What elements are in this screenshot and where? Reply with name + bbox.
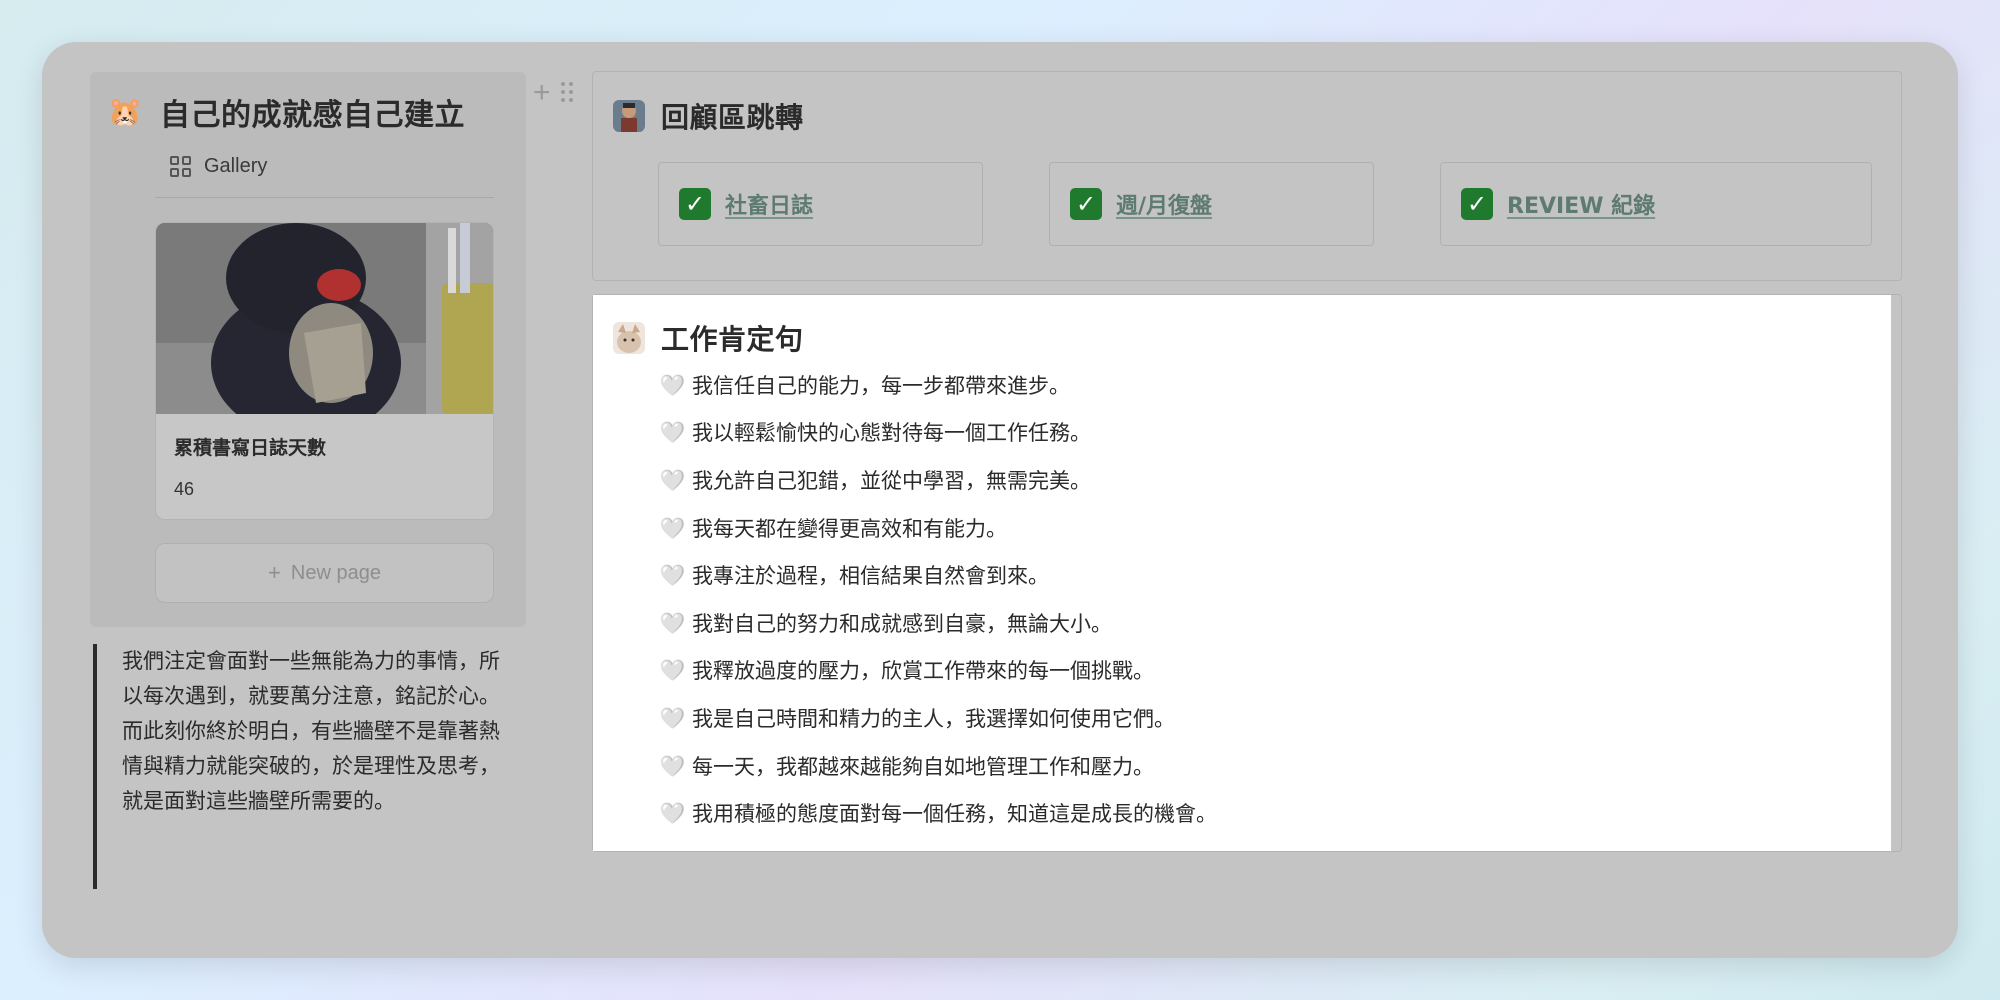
heart-icon: 🤍 (660, 372, 685, 397)
affirmation-text: 我每天都在變得更高效和有能力。 (692, 516, 1007, 541)
check-icon: ✓ (679, 188, 711, 220)
affirmation-text: 我以輕鬆愉快的心態對待每一個工作任務。 (692, 421, 1091, 446)
avatar-icon (613, 100, 645, 132)
heart-icon: 🤍 (660, 467, 685, 492)
list-item: 🤍 我釋放過度的壓力，欣賞工作帶來的每一個挑戰。 (660, 647, 1217, 695)
check-icon: ✓ (1070, 188, 1102, 220)
check-icon: ✓ (1461, 188, 1493, 220)
gallery-card[interactable]: 累積書寫日誌天數 46 (155, 222, 494, 520)
add-block-icon[interactable]: + (533, 78, 551, 108)
page-title: 自己的成就感自己建立 (160, 98, 465, 133)
review-link[interactable]: REVIEW 紀錄 (1507, 188, 1655, 220)
affirmation-text: 我專注於過程，相信結果自然會到來。 (692, 564, 1049, 589)
heart-icon: 🤍 (660, 801, 685, 826)
plus-icon: + (268, 560, 281, 585)
list-item: 🤍 每一天，我都越來越能夠自如地管理工作和壓力。 (660, 742, 1217, 790)
quote-paragraph: 而此刻你終於明白，有些牆壁不是靠著熱情與精力就能突破的，於是理性及思考，就是面對… (122, 719, 500, 813)
review-title: 回顧區跳轉 (661, 101, 804, 134)
card-value: 46 (174, 479, 195, 499)
affirmation-title: 工作肯定句 (661, 323, 804, 356)
affirmation-text: 我是自己時間和精力的主人，我選擇如何使用它們。 (692, 706, 1175, 731)
new-page-label: New page (290, 561, 381, 584)
quote-block: 我們注定會面對一些無能為力的事情，所以每次遇到，就要萬分注意，銘記於心。 而此刻… (93, 644, 513, 889)
list-item: 🤍 我用積極的態度面對每一個任務，知道這是成長的機會。 (660, 789, 1217, 837)
heart-icon: 🤍 (660, 753, 685, 778)
view-tab-gallery[interactable]: Gallery (170, 155, 267, 178)
review-link-card[interactable]: ✓ 社畜日誌 (658, 162, 983, 246)
heart-icon: 🤍 (660, 420, 685, 445)
affirmation-text: 我允許自己犯錯，並從中學習，無需完美。 (692, 468, 1091, 493)
divider (155, 197, 494, 198)
list-item: 🤍 我信任自己的能力，每一步都帶來進步。 (660, 361, 1217, 409)
card-title: 累積書寫日誌天數 (174, 437, 327, 459)
list-item: 🤍 我以輕鬆愉快的心態對待每一個工作任務。 (660, 409, 1217, 457)
penguin-photo (156, 223, 493, 414)
affirmation-text: 每一天，我都越來越能夠自如地管理工作和壓力。 (692, 754, 1154, 779)
list-item: 🤍 我專注於過程，相信結果自然會到來。 (660, 551, 1217, 599)
heart-icon: 🤍 (660, 515, 685, 540)
card-cover-image (156, 223, 493, 414)
heart-icon: 🤍 (660, 563, 685, 588)
affirmation-list: 🤍 我信任自己的能力，每一步都帶來進步。 🤍 我以輕鬆愉快的心態對待每一個工作任務。… (660, 361, 1217, 837)
gallery-header: 🐹 自己的成就感自己建立 (108, 90, 465, 134)
review-header: 回顧區跳轉 (613, 96, 804, 136)
affirmation-text: 我對自己的努力和成就感到自豪，無論大小。 (692, 611, 1112, 636)
list-item: 🤍 我每天都在變得更高效和有能力。 (660, 504, 1217, 552)
list-item: 🤍 我對自己的努力和成就感到自豪，無論大小。 (660, 599, 1217, 647)
view-tab-label: Gallery (204, 155, 268, 177)
list-item: 🤍 我是自己時間和精力的主人，我選擇如何使用它們。 (660, 694, 1217, 742)
drag-handle-icon[interactable] (560, 82, 575, 104)
review-link[interactable]: 週/月復盤 (1116, 188, 1212, 220)
heart-icon: 🤍 (660, 658, 685, 683)
affirmation-text: 我信任自己的能力，每一步都帶來進步。 (692, 373, 1070, 398)
hamster-icon: 🐹 (107, 96, 143, 127)
cat-avatar-icon (613, 322, 645, 354)
new-page-button[interactable]: + New page (155, 543, 494, 603)
review-link-card[interactable]: ✓ REVIEW 紀錄 (1440, 162, 1872, 246)
block-handles: + (533, 78, 575, 108)
affirmation-text: 我用積極的態度面對每一個任務，知道這是成長的機會。 (692, 802, 1217, 827)
heart-icon: 🤍 (660, 610, 685, 635)
review-link[interactable]: 社畜日誌 (725, 188, 813, 220)
quote-paragraph: 我們注定會面對一些無能為力的事情，所以每次遇到，就要萬分注意，銘記於心。 (122, 649, 500, 708)
gallery-grid-icon (170, 155, 192, 178)
affirmation-header: 工作肯定句 (613, 318, 804, 358)
list-item: 🤍 我允許自己犯錯，並從中學習，無需完美。 (660, 456, 1217, 504)
review-link-card[interactable]: ✓ 週/月復盤 (1049, 162, 1374, 246)
heart-icon: 🤍 (660, 705, 685, 730)
affirmation-text: 我釋放過度的壓力，欣賞工作帶來的每一個挑戰。 (692, 659, 1154, 684)
